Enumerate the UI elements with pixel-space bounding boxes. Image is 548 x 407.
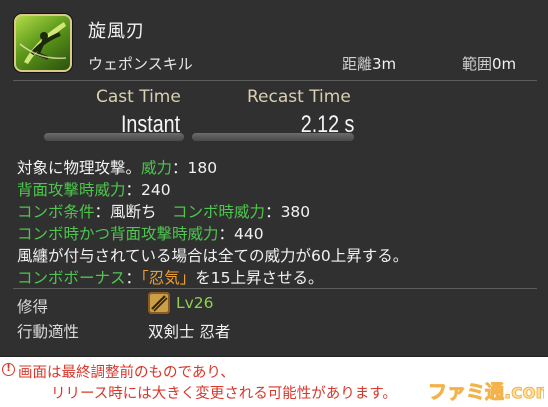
- potency-label: 威力: [141, 159, 173, 177]
- combo-potency-value: ：380: [265, 203, 311, 221]
- divider: [13, 288, 537, 289]
- description-text: 対象に物理攻撃。: [17, 159, 142, 177]
- combo-condition-value: ：風断ち: [94, 203, 157, 221]
- level-requirement: Lv26: [176, 294, 214, 312]
- description-line: 対象に物理攻撃。威力：180: [17, 157, 537, 179]
- ninja-job-icon: [148, 292, 170, 314]
- description-line: コンボ条件：風断ち コンボ時威力：380: [17, 201, 537, 223]
- notice-text: リリース時には大きく変更される可能性があります。: [51, 386, 397, 402]
- class-label: 行動適性: [17, 323, 80, 341]
- recast-time-bar: [192, 133, 354, 141]
- divider: [13, 80, 537, 81]
- skill-description: 対象に物理攻撃。威力：180 背面攻撃時威力：240 コンボ条件：風断ち コンボ…: [17, 157, 537, 289]
- combo-bonus-text: を15上昇させる。: [195, 269, 324, 287]
- acquire-label: 修得: [17, 298, 49, 316]
- description-line: 背面攻撃時威力：240: [17, 179, 537, 201]
- combo-potency-label: コンボ時威力: [172, 203, 266, 221]
- watermark-text: ファミ通.com: [428, 381, 544, 403]
- status-name: 「忍気」: [141, 269, 196, 287]
- combo-rear-potency-value: ：440: [218, 225, 264, 243]
- range-meta: 範囲0m: [462, 53, 516, 74]
- skill-name: 旋風刃: [88, 21, 145, 42]
- description-line: コンボ時かつ背面攻撃時威力：440: [17, 223, 537, 245]
- combo-bonus-sep: ：: [125, 269, 142, 287]
- description-line: 風纏が付与されている場合は全ての威力が60上昇する。: [17, 247, 409, 265]
- cast-time-bar: [44, 133, 184, 141]
- cast-time-label: Cast Time: [96, 87, 181, 107]
- potency-value: ：180: [172, 159, 218, 177]
- skill-type: ウェポンスキル: [88, 55, 193, 73]
- exclamation-icon: !: [2, 363, 15, 376]
- combo-condition-label: コンボ条件: [17, 203, 95, 221]
- rear-potency-label: 背面攻撃時威力: [17, 181, 126, 199]
- famitsu-watermark-logo: ファミ通.com: [428, 381, 545, 404]
- range-label: 範囲: [462, 55, 493, 73]
- description-line: コンボボーナス：「忍気」を15上昇させる。: [17, 267, 537, 289]
- distance-meta: 距離3m: [342, 53, 396, 74]
- skill-tooltip: 旋風刃 ウェポンスキル 距離3m 範囲0m Cast Time Recast T…: [0, 0, 548, 357]
- combo-bonus-label: コンボボーナス: [17, 269, 126, 287]
- distance-value: 3m: [372, 55, 397, 73]
- distance-label: 距離: [342, 55, 373, 73]
- combo-rear-potency-label: コンボ時かつ背面攻撃時威力: [17, 225, 219, 243]
- skill-icon: [14, 14, 72, 72]
- notice-text: 画面は最終調整前のものであり、: [18, 365, 235, 381]
- range-value: 0m: [492, 55, 517, 73]
- recast-time-label: Recast Time: [247, 87, 351, 107]
- class-list: 双剣士 忍者: [148, 323, 231, 341]
- rear-potency-value: ：240: [125, 181, 171, 199]
